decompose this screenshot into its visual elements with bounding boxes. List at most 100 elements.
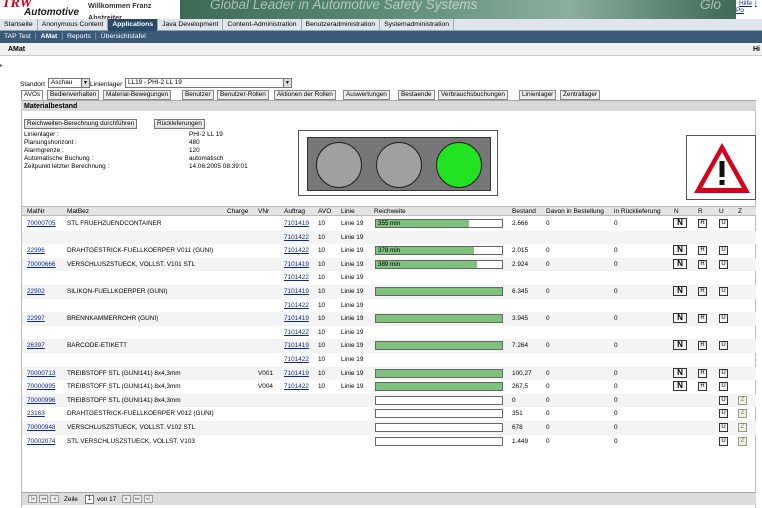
chevron-down-icon[interactable]: ▼ (283, 79, 291, 87)
col-bestand[interactable]: Bestand (512, 207, 536, 216)
nav-anonymous-content[interactable]: Anonymous Content (38, 19, 109, 31)
tab-linienlager[interactable]: Linienlager (519, 90, 557, 100)
r-button[interactable]: R (698, 259, 707, 269)
matnr-link[interactable]: 70000995 (27, 380, 55, 394)
tab-material-bewegungen[interactable]: Material-Bewegungen (103, 90, 172, 100)
u-button[interactable]: U (719, 219, 728, 228)
tab-aktionen-der-rollen[interactable]: Aktionen der Rollen (274, 90, 336, 100)
n-button[interactable]: N (673, 381, 687, 392)
u-button[interactable]: U (719, 368, 728, 378)
prev-page-button[interactable]: ◂ (50, 495, 59, 503)
tab-avos[interactable]: AVOs (21, 90, 44, 100)
nav-benutzeradministration[interactable]: Benutzeradministration (302, 19, 381, 31)
tab-bedienverhalten[interactable]: Bedienverhalten (47, 90, 100, 100)
collapse-arrow-icon[interactable]: ▸ (0, 62, 3, 69)
next-page-button[interactable]: ▸ (122, 495, 131, 503)
nav2-uebersichtstafel[interactable]: Übersichtstafel (97, 31, 150, 43)
col-davon-in-bestellung[interactable]: Davon in Bestellung (546, 207, 604, 216)
u-button[interactable]: U (719, 314, 728, 324)
auftrag-link[interactable]: 7101422 (284, 244, 309, 258)
last-page-button[interactable]: ▸| (144, 495, 153, 503)
matnr-link[interactable]: 70000666 (27, 258, 55, 272)
col-r[interactable]: R (698, 207, 703, 216)
col-z[interactable]: Z (738, 207, 742, 216)
n-button[interactable]: N (673, 258, 687, 269)
col-matnr[interactable]: MatNr (27, 207, 45, 216)
tab-auswertungen[interactable]: Auswertungen (343, 90, 390, 100)
matnr-link[interactable]: 26397 (27, 339, 45, 353)
u-button[interactable]: U (719, 395, 728, 405)
matnr-link[interactable]: 22997 (27, 312, 45, 326)
auftrag-link[interactable]: 7101422 (284, 299, 309, 313)
u-button[interactable]: U (719, 341, 728, 351)
r-button[interactable]: R (698, 368, 707, 378)
u-button[interactable]: U (719, 423, 728, 432)
auftrag-link[interactable]: 7101419 (284, 258, 309, 272)
ruecklieferungen-button[interactable]: Rückleferungen (154, 119, 205, 129)
col-linie[interactable]: Linie (341, 207, 355, 216)
col-u[interactable]: U (719, 207, 724, 216)
tab-zentrallager[interactable]: Zentrallager (560, 90, 601, 100)
chevron-down-icon[interactable]: ▼ (81, 79, 89, 87)
help-link[interactable]: Hilfe (739, 0, 752, 7)
matnr-link[interactable]: 70000948 (27, 421, 55, 435)
tab-verbrauchsbuchungen[interactable]: Verbrauchsbuchungen (438, 90, 508, 100)
z-button[interactable]: Z (738, 436, 747, 446)
n-button[interactable]: N (673, 313, 687, 324)
matnr-link[interactable]: 22902 (27, 285, 45, 299)
n-button[interactable]: N (673, 340, 687, 351)
n-button[interactable]: N (673, 245, 687, 256)
auftrag-link[interactable]: 7101419 (284, 339, 309, 353)
n-button[interactable]: N (673, 218, 687, 228)
u-button[interactable]: U (719, 246, 728, 256)
matnr-link[interactable]: 22996 (27, 244, 45, 258)
r-button[interactable]: R (698, 287, 707, 296)
auftrag-link[interactable]: 7101419 (284, 217, 309, 231)
matnr-link[interactable]: 70000996 (27, 394, 55, 408)
standort-select[interactable]: Aschau ▼ (48, 78, 90, 88)
tab-benutzer[interactable]: Benutzer (182, 90, 214, 100)
auftrag-link[interactable]: 7101422 (284, 326, 309, 340)
col-charge[interactable]: Charge (227, 207, 248, 216)
n-button[interactable]: N (673, 367, 687, 378)
nav2-reports[interactable]: Reports (63, 31, 95, 43)
nav2-amat[interactable]: AMat (37, 31, 62, 43)
tab-benutzer-rollen[interactable]: Benutzer-Rollen (217, 90, 269, 100)
matnr-link[interactable]: 70000705 (27, 217, 55, 231)
tab-bestaende[interactable]: Bestaende (398, 90, 435, 100)
u-button[interactable]: U (719, 409, 728, 419)
auftrag-link[interactable]: 7101422 (284, 380, 309, 394)
linienlager-select[interactable]: LL19 - PHI-2 LL 19 ▼ (125, 78, 292, 88)
u-button[interactable]: U (719, 287, 728, 296)
auftrag-link[interactable]: 7101422 (284, 353, 309, 367)
first-page-button[interactable]: |◂ (28, 495, 37, 503)
col-n[interactable]: N (674, 207, 679, 216)
nav-java-development[interactable]: Java Development (158, 19, 224, 31)
r-button[interactable]: R (698, 314, 707, 324)
page-input[interactable]: 1 (85, 495, 94, 504)
z-button[interactable]: Z (738, 409, 747, 419)
nav-applications[interactable]: Applications (108, 19, 159, 31)
nav2-tap-test[interactable]: TAP Test (0, 31, 35, 43)
prev-block-button[interactable]: ◂◂ (39, 495, 48, 503)
nav-systemadministration[interactable]: Systemadministration (380, 19, 455, 31)
col-auftrag[interactable]: Auftrag (284, 207, 305, 216)
col-reichweite[interactable]: Reichweite (374, 207, 406, 216)
nav-startseite[interactable]: Startseite (0, 19, 38, 31)
matnr-link[interactable]: 70002074 (27, 435, 55, 449)
r-button[interactable]: R (698, 341, 707, 351)
u-button[interactable]: U (719, 259, 728, 269)
matnr-link[interactable]: 23163 (27, 407, 45, 421)
r-button[interactable]: R (698, 382, 707, 392)
u-button[interactable]: U (719, 436, 728, 446)
z-button[interactable]: Z (738, 395, 747, 405)
auftrag-link[interactable]: 7101419 (284, 367, 309, 381)
r-button[interactable]: R (698, 219, 707, 228)
col-matbez[interactable]: MatBez (67, 207, 89, 216)
auftrag-link[interactable]: 7101419 (284, 285, 309, 299)
nav-content-administration[interactable]: Content-Administration (223, 19, 302, 31)
z-button[interactable]: Z (738, 423, 747, 432)
matnr-link[interactable]: 70000713 (27, 367, 55, 381)
auftrag-link[interactable]: 7101422 (284, 231, 309, 245)
u-button[interactable]: U (719, 382, 728, 392)
